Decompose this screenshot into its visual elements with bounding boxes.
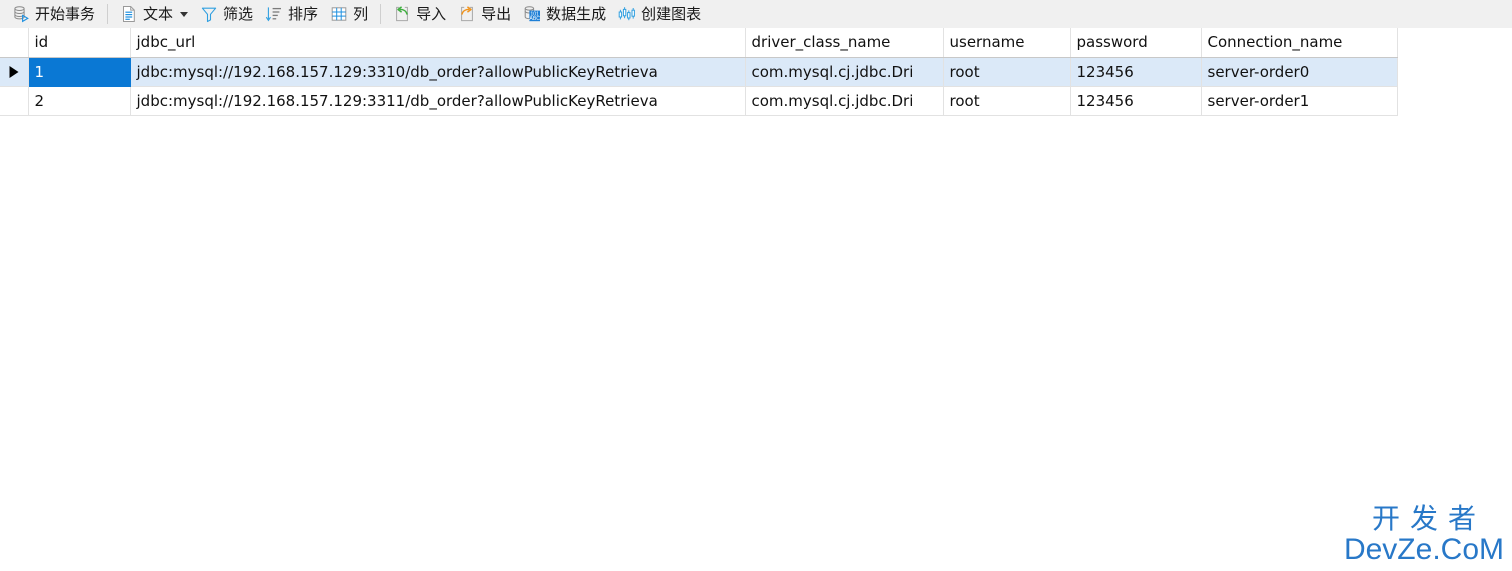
cell-connection-name[interactable]: server-order1 — [1201, 86, 1398, 116]
chevron-down-icon[interactable] — [180, 11, 189, 17]
toolbar-label-data-generation: 数据生成 — [546, 4, 607, 23]
toolbar-button-export[interactable]: 导出 — [452, 2, 517, 26]
cell-driver-class-name[interactable]: com.mysql.cj.jdbc.Dri — [745, 86, 944, 116]
toolbar-label-filter: 筛选 — [223, 4, 254, 23]
column-header-jdbc-url[interactable]: jdbc_url — [130, 28, 746, 58]
row-header-corner — [0, 28, 29, 58]
database-101abc-icon: 101 ABC — [523, 5, 541, 23]
toolbar-button-create-chart[interactable]: 创建图表 — [612, 2, 707, 26]
cell-jdbc-url[interactable]: jdbc:mysql://192.168.157.129:3310/db_ord… — [130, 57, 746, 87]
toolbar-label-text: 文本 — [143, 4, 174, 23]
candlestick-chart-icon — [618, 5, 636, 23]
toolbar-label-columns: 列 — [353, 4, 369, 23]
svg-text:ABC: ABC — [529, 16, 540, 22]
toolbar-label-sort: 排序 — [288, 4, 319, 23]
column-header-username[interactable]: username — [943, 28, 1071, 58]
sort-descending-icon — [265, 5, 283, 23]
cell-username[interactable]: root — [943, 57, 1071, 87]
toolbar: 开始事务 文本 筛选 排序 列 导入 导出 101 ABC 数据生成 创建图表 — [0, 0, 1512, 28]
table-row[interactable]: 1 jdbc:mysql://192.168.157.129:3310/db_o… — [0, 57, 1398, 87]
watermark: 开发者 DevZe.CoM — [1344, 505, 1504, 565]
toolbar-label-export: 导出 — [481, 4, 512, 23]
toolbar-button-data-generation[interactable]: 101 ABC 数据生成 — [517, 2, 612, 26]
column-header-connection-name[interactable]: Connection_name — [1201, 28, 1398, 58]
toolbar-label-begin-transaction: 开始事务 — [35, 4, 96, 23]
cell-driver-class-name[interactable]: com.mysql.cj.jdbc.Dri — [745, 57, 944, 87]
watermark-latin-text: DevZe.CoM — [1343, 533, 1504, 566]
database-play-icon — [12, 5, 30, 23]
document-text-icon — [120, 5, 138, 23]
toolbar-button-text[interactable]: 文本 — [114, 2, 194, 26]
cell-connection-name[interactable]: server-order0 — [1201, 57, 1398, 87]
toolbar-label-create-chart: 创建图表 — [641, 4, 702, 23]
toolbar-button-begin-transaction[interactable]: 开始事务 — [6, 2, 101, 26]
result-grid: id jdbc_url driver_class_name username p… — [0, 28, 1398, 116]
column-header-password[interactable]: password — [1070, 28, 1202, 58]
toolbar-button-import[interactable]: 导入 — [387, 2, 452, 26]
watermark-chinese-text: 开发者 — [1371, 502, 1486, 535]
table-row[interactable]: 2 jdbc:mysql://192.168.157.129:3311/db_o… — [0, 86, 1398, 116]
cell-jdbc-url[interactable]: jdbc:mysql://192.168.157.129:3311/db_ord… — [130, 86, 746, 116]
toolbar-button-columns[interactable]: 列 — [324, 2, 374, 26]
result-table: id jdbc_url driver_class_name username p… — [0, 28, 1398, 116]
column-header-driver-class-name[interactable]: driver_class_name — [745, 28, 944, 58]
toolbar-separator-2 — [380, 4, 382, 24]
toolbar-label-import: 导入 — [416, 4, 447, 23]
current-row-arrow-icon — [9, 65, 19, 78]
row-marker-cell[interactable] — [0, 86, 29, 116]
export-arrow-icon — [458, 5, 476, 23]
toolbar-button-filter[interactable]: 筛选 — [194, 2, 259, 26]
toolbar-button-sort[interactable]: 排序 — [259, 2, 324, 26]
cell-password[interactable]: 123456 — [1070, 86, 1202, 116]
table-header-row: id jdbc_url driver_class_name username p… — [0, 28, 1398, 58]
import-arrow-icon — [393, 5, 411, 23]
funnel-icon — [200, 5, 218, 23]
cell-id[interactable]: 1 — [28, 57, 131, 87]
row-marker-cell[interactable] — [0, 57, 29, 87]
cell-password[interactable]: 123456 — [1070, 57, 1202, 87]
cell-username[interactable]: root — [943, 86, 1071, 116]
cell-id[interactable]: 2 — [28, 86, 131, 116]
grid-table-icon — [330, 5, 348, 23]
column-header-id[interactable]: id — [28, 28, 131, 58]
toolbar-separator-1 — [107, 4, 109, 24]
